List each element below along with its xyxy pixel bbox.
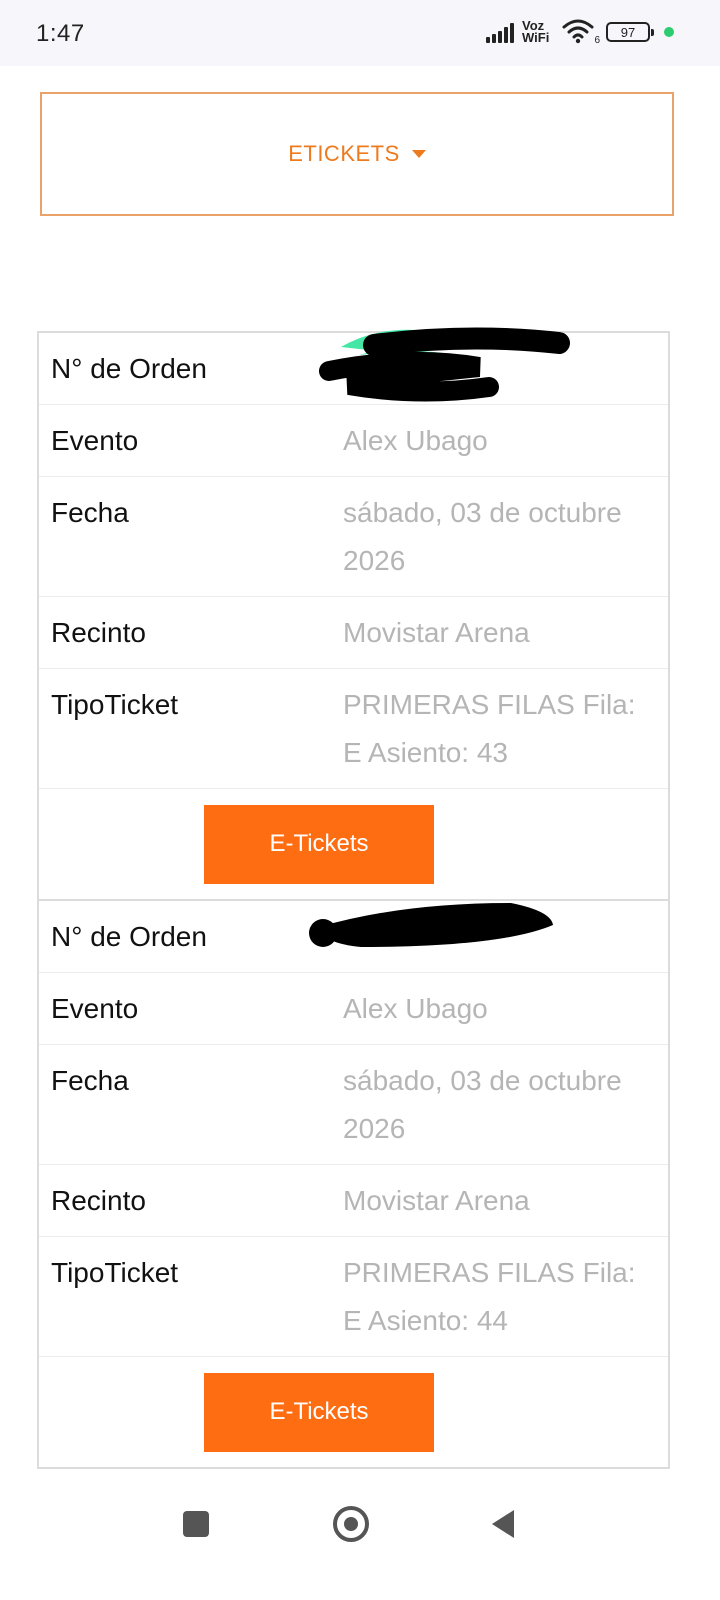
dropdown-label: ETICKETS <box>288 141 400 166</box>
redaction-scribble <box>319 327 570 402</box>
venue-label: Recinto <box>51 1184 146 1216</box>
back-button-icon[interactable] <box>492 1510 514 1538</box>
venue-label: Recinto <box>51 616 146 648</box>
order-number-label: N° de Orden <box>51 352 207 384</box>
ticket-type-label: TipoTicket <box>51 1257 179 1288</box>
venue-row: Recinto Movistar Arena <box>39 1165 668 1237</box>
button-row: E-Tickets <box>39 1357 668 1467</box>
event-label: Evento <box>51 424 139 456</box>
event-value: Alex Ubago <box>343 992 488 1024</box>
date-row: Fecha sábado, 03 de octubre 2026 <box>39 477 668 597</box>
date-label: Fecha <box>51 497 129 528</box>
orders-list: N° de Orden Evento Alex Ubago Fecha sába… <box>37 327 670 1469</box>
status-icons: Voz WiFi 6 97 <box>486 18 674 46</box>
wifi-icon: 6 <box>562 18 600 46</box>
order-number-row: N° de Orden <box>39 901 668 973</box>
order-number-label: N° de Orden <box>51 920 207 952</box>
redaction-scribble <box>309 903 553 947</box>
date-value: sábado, 03 de octubre 2026 <box>343 1065 622 1144</box>
vowifi-label: Voz WiFi <box>522 18 550 45</box>
venue-row: Recinto Movistar Arena <box>39 597 668 669</box>
date-value: sábado, 03 de octubre 2026 <box>343 497 622 576</box>
home-button-icon[interactable] <box>333 1506 369 1542</box>
wifi-band-label: 6 <box>594 35 600 46</box>
venue-value: Movistar Arena <box>343 1184 530 1216</box>
date-row: Fecha sábado, 03 de octubre 2026 <box>39 1045 668 1165</box>
navigation-bar <box>0 1478 720 1600</box>
button-row: E-Tickets <box>39 789 668 899</box>
status-time: 1:47 <box>36 20 85 47</box>
status-bar: 1:47 Voz WiFi 6 97 <box>0 0 720 66</box>
ticket-type-row: TipoTicket PRIMERAS FILAS Fila: E Asient… <box>39 669 668 789</box>
etickets-dropdown[interactable]: ETICKETS <box>40 92 674 216</box>
order-number-row: N° de Orden <box>39 327 668 405</box>
recents-button-icon[interactable] <box>183 1511 209 1537</box>
etickets-button[interactable]: E-Tickets <box>204 804 434 884</box>
ticket-type-value: PRIMERAS FILAS Fila: E Asiento: 44 <box>343 1257 636 1336</box>
ticket-type-value: PRIMERAS FILAS Fila: E Asiento: 43 <box>343 689 636 768</box>
privacy-indicator-dot <box>664 27 674 37</box>
date-label: Fecha <box>51 1065 129 1096</box>
event-row: Evento Alex Ubago <box>39 973 668 1045</box>
event-label: Evento <box>51 992 139 1024</box>
etickets-button[interactable]: E-Tickets <box>204 1372 434 1452</box>
order-card: N° de Orden Evento Alex Ubago Fecha sába… <box>37 899 670 1469</box>
ticket-type-row: TipoTicket PRIMERAS FILAS Fila: E Asient… <box>39 1237 668 1357</box>
battery-icon: 97 <box>606 22 654 42</box>
caret-down-icon <box>411 150 426 158</box>
order-card: N° de Orden Evento Alex Ubago Fecha sába… <box>37 327 670 899</box>
venue-value: Movistar Arena <box>343 616 530 648</box>
signal-icon <box>486 21 514 43</box>
ticket-type-label: TipoTicket <box>51 689 179 720</box>
battery-level: 97 <box>620 24 636 40</box>
